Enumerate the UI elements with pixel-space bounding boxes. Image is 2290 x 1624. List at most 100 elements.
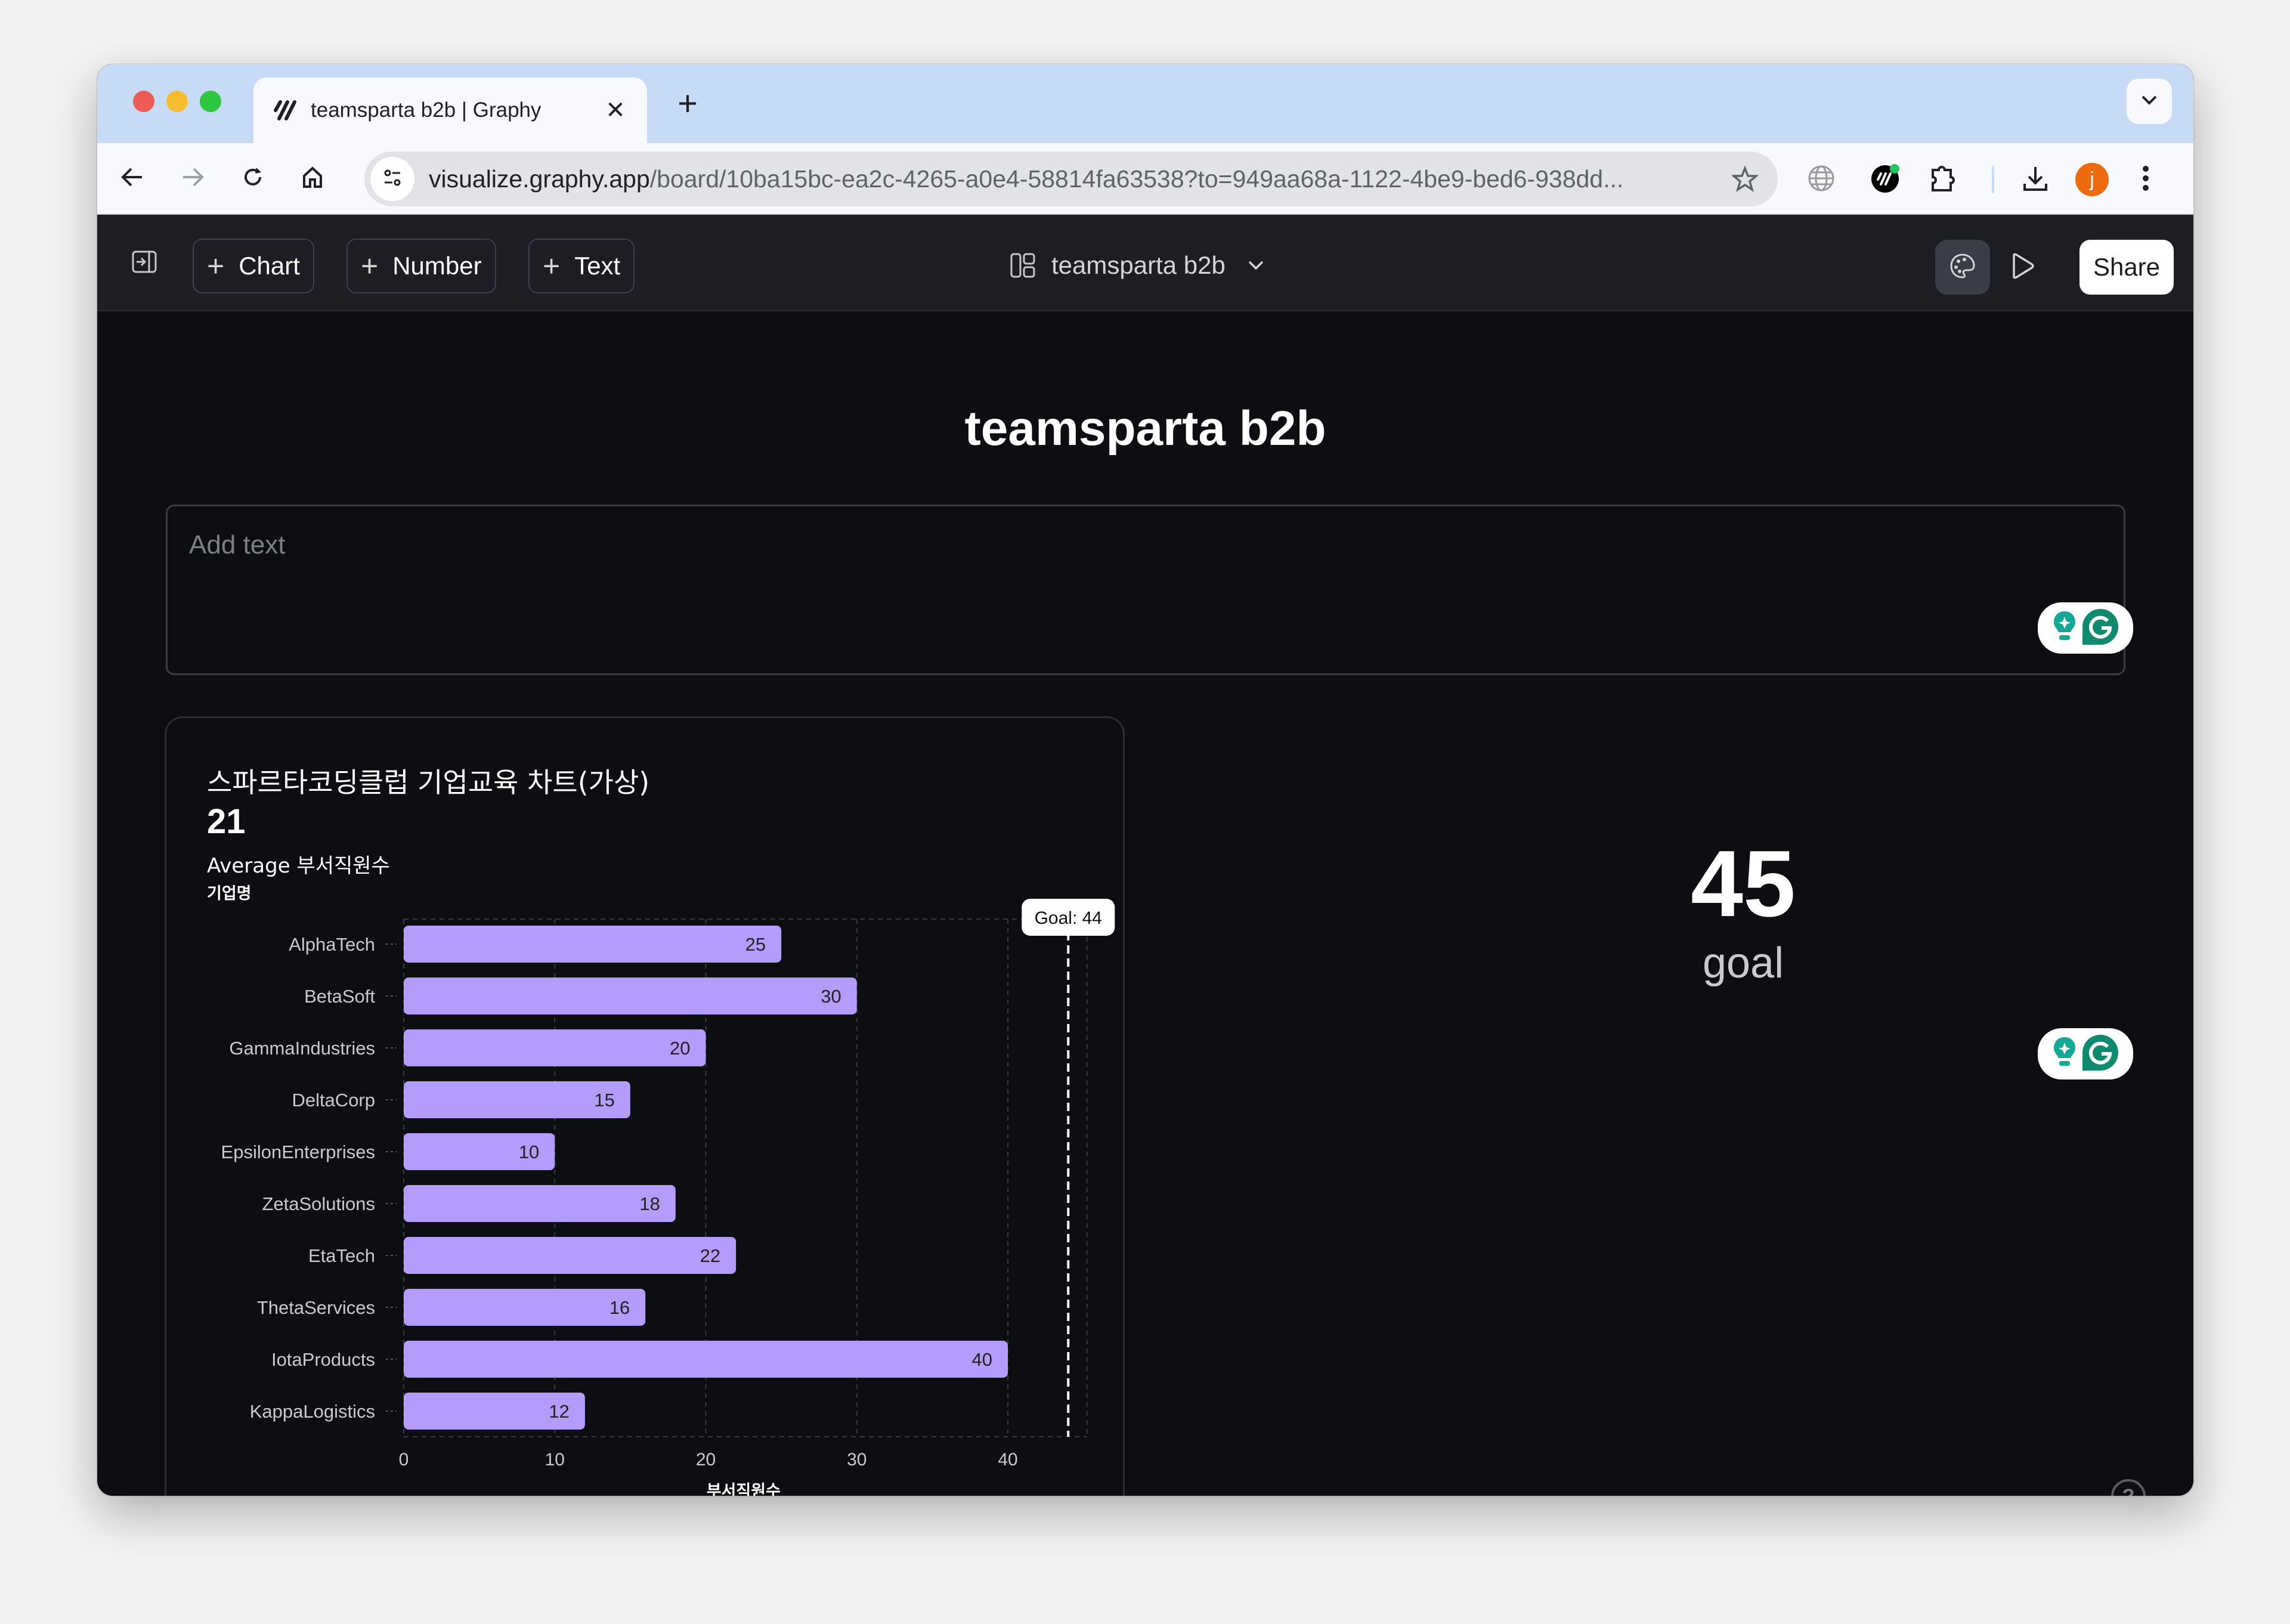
y-tick-label: GammaIndustries xyxy=(229,1038,375,1059)
download-icon xyxy=(2022,165,2049,195)
bar xyxy=(404,978,857,1014)
sidebar-toggle-button[interactable] xyxy=(129,248,159,278)
grammarly-g-icon xyxy=(2081,1034,2119,1075)
bar-data-label: 30 xyxy=(821,986,841,1007)
x-tick-label: 0 xyxy=(399,1450,409,1470)
grammarly-g-icon xyxy=(2081,608,2119,649)
chevron-down-icon xyxy=(1247,259,1265,271)
y-tick-label: ThetaServices xyxy=(257,1297,375,1318)
translate-extension-button[interactable] xyxy=(1800,159,1842,200)
bar-data-label: 10 xyxy=(519,1142,539,1162)
minimize-window-button[interactable] xyxy=(166,91,188,112)
lightbulb-icon xyxy=(2051,610,2078,647)
bar xyxy=(404,1341,1008,1378)
y-tick-label: IotaProducts xyxy=(271,1349,375,1370)
url-text[interactable]: visualize.graphy.app/board/10ba15bc-ea2c… xyxy=(429,165,1724,193)
x-tick-label: 40 xyxy=(998,1450,1017,1470)
toolbar-separator xyxy=(1992,166,1994,193)
x-tick-label: 30 xyxy=(847,1450,867,1470)
chevron-down-icon xyxy=(2140,94,2158,109)
x-tick-label: 20 xyxy=(696,1450,716,1470)
bar-data-label: 25 xyxy=(745,934,766,955)
chart-widget[interactable]: 스파르타코딩클럽 기업교육 차트(가상) 21 Average 부서직원수 기업… xyxy=(165,716,1125,1496)
more-vertical-icon xyxy=(2142,165,2150,195)
board-canvas: teamsparta b2b Add text 스파르타코딩클럽 기업교육 차트… xyxy=(97,311,2193,1496)
bar-data-label: 12 xyxy=(549,1401,569,1422)
board-switcher[interactable]: teamsparta b2b xyxy=(1010,246,1265,285)
y-tick-label: ZetaSolutions xyxy=(262,1193,375,1214)
profile-button[interactable]: j xyxy=(2071,159,2113,200)
back-button[interactable] xyxy=(113,159,152,198)
panel-expand-icon xyxy=(131,250,157,277)
tab-title: teamsparta b2b | Graphy xyxy=(311,98,541,122)
bar xyxy=(404,1237,736,1274)
arrow-left-icon xyxy=(120,166,144,191)
new-tab-button[interactable]: + xyxy=(670,86,705,122)
maximize-window-button[interactable] xyxy=(200,91,221,112)
close-window-button[interactable] xyxy=(133,91,154,112)
reload-button[interactable] xyxy=(233,159,273,198)
home-icon xyxy=(301,165,324,192)
app-toolbar: + Chart + Number + Text teamsparta b2b S… xyxy=(97,215,2193,311)
y-tick-label: AlphaTech xyxy=(289,934,375,955)
help-button[interactable]: ? xyxy=(2111,1479,2146,1496)
browser-toolbar: visualize.graphy.app/board/10ba15bc-ea2c… xyxy=(97,143,2193,215)
browser-window: teamsparta b2b | Graphy ✕ + visualize.gr xyxy=(97,64,2193,1496)
number-widget-label[interactable]: goal xyxy=(1624,939,1862,988)
lightbulb-icon xyxy=(2051,1035,2078,1073)
grammarly-widget[interactable] xyxy=(2038,602,2133,654)
tune-icon xyxy=(382,168,403,191)
puzzle-icon xyxy=(1929,164,1957,196)
forward-button[interactable] xyxy=(173,159,212,198)
graphy-logo-icon xyxy=(271,97,299,124)
browser-menu-button[interactable] xyxy=(2125,159,2167,200)
question-icon: ? xyxy=(2122,1485,2135,1496)
plus-icon: + xyxy=(543,249,561,283)
x-axis-title: 부서직원수 xyxy=(707,1482,781,1496)
board-name: teamsparta b2b xyxy=(1051,251,1226,279)
y-tick-label: EpsilonEnterprises xyxy=(221,1142,375,1162)
share-button[interactable]: Share xyxy=(2079,240,2174,295)
reload-icon xyxy=(241,165,265,192)
tab-search-button[interactable] xyxy=(2127,79,2172,124)
bar-data-label: 20 xyxy=(670,1038,690,1059)
bookmark-star-icon[interactable] xyxy=(1724,158,1766,200)
y-tick-label: BetaSoft xyxy=(304,986,375,1007)
theme-button[interactable] xyxy=(1935,240,1990,295)
graphy-extension-button[interactable] xyxy=(1865,159,1907,200)
profile-avatar: j xyxy=(2075,163,2109,196)
graphy-extension-icon xyxy=(1870,163,1901,197)
home-button[interactable] xyxy=(293,159,332,198)
add-chart-button[interactable]: + Chart xyxy=(193,239,314,293)
layout-icon xyxy=(1010,252,1036,279)
address-bar[interactable]: visualize.graphy.app/board/10ba15bc-ea2c… xyxy=(364,151,1778,206)
board-title[interactable]: teamsparta b2b xyxy=(97,401,2193,457)
bar-data-label: 16 xyxy=(609,1297,630,1318)
text-widget-placeholder[interactable]: Add text xyxy=(189,530,285,560)
number-widget-value[interactable]: 45 xyxy=(1624,830,1862,938)
bar xyxy=(404,1029,706,1066)
bar-data-label: 22 xyxy=(700,1245,720,1266)
globe-icon xyxy=(1808,165,1835,195)
bar-data-label: 15 xyxy=(594,1090,614,1110)
add-text-button[interactable]: + Text xyxy=(528,239,635,293)
bar xyxy=(404,926,782,963)
text-widget[interactable]: Add text xyxy=(166,505,2125,675)
bar xyxy=(404,1185,676,1222)
tab-strip: teamsparta b2b | Graphy ✕ + xyxy=(97,64,2193,143)
plus-icon: + xyxy=(361,249,379,283)
present-button[interactable] xyxy=(2003,248,2041,286)
extensions-button[interactable] xyxy=(1922,159,1964,200)
goal-label: Goal: 44 xyxy=(1035,908,1102,928)
browser-tab-active[interactable]: teamsparta b2b | Graphy ✕ xyxy=(253,78,647,143)
site-info-button[interactable] xyxy=(370,157,414,201)
downloads-button[interactable] xyxy=(2014,159,2056,200)
bar-data-label: 18 xyxy=(639,1193,660,1214)
tab-close-icon[interactable]: ✕ xyxy=(602,97,629,124)
y-tick-label: EtaTech xyxy=(308,1245,375,1266)
play-icon xyxy=(2009,252,2035,283)
plus-icon: + xyxy=(207,249,225,283)
add-number-button[interactable]: + Number xyxy=(346,239,496,293)
grammarly-widget[interactable] xyxy=(2038,1028,2133,1079)
palette-icon xyxy=(1948,252,1977,283)
